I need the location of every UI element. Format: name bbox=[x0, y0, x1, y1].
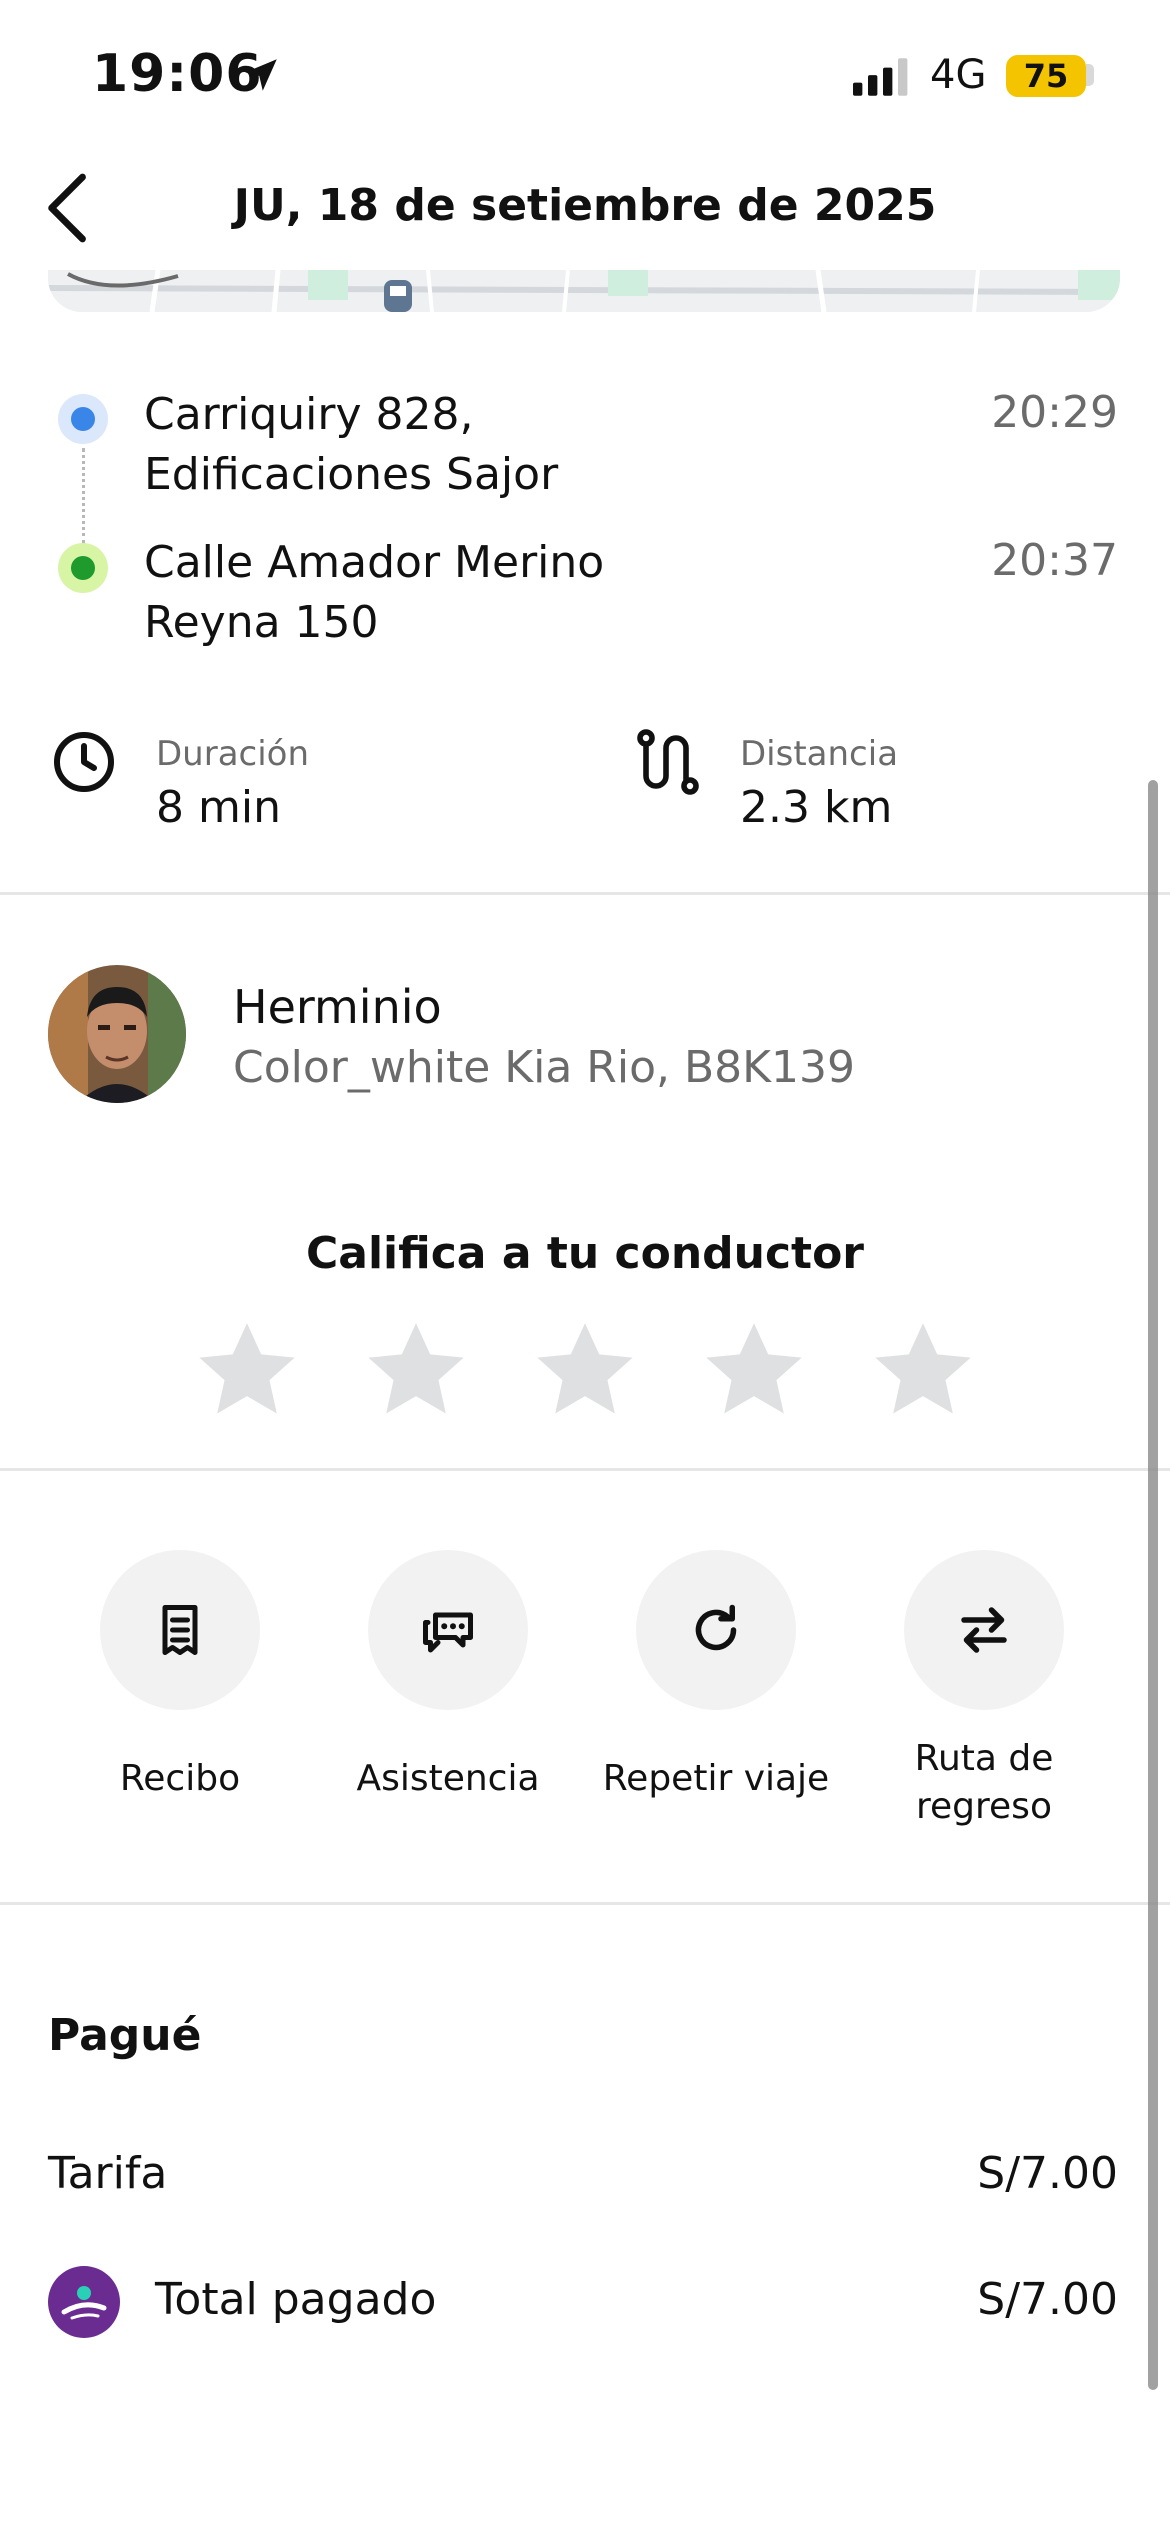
dropoff-address-line2: Reyna 150 bbox=[144, 597, 379, 648]
duration-label: Duración bbox=[156, 734, 310, 774]
dropoff-address: Calle Amador Merino Reyna 150 bbox=[144, 533, 604, 653]
driver-vehicle: Color_white Kia Rio, B8K139 bbox=[233, 1042, 856, 1093]
rating-title: Califica a tu conductor bbox=[305, 1228, 865, 1279]
return-route-button[interactable] bbox=[904, 1550, 1064, 1710]
page-title: JU, 18 de setiembre de 2025 bbox=[233, 180, 937, 231]
distance-label: Distancia bbox=[740, 734, 899, 774]
yape-icon bbox=[48, 2266, 120, 2338]
pickup-address-line1: Carriquiry 828, bbox=[144, 389, 474, 440]
chat-support-icon bbox=[423, 1612, 473, 1653]
map-streets bbox=[48, 270, 1120, 312]
fare-value: S/7.00 bbox=[977, 2148, 1118, 2199]
return-route-label-line1: Ruta de bbox=[914, 1738, 1054, 1779]
scrollbar[interactable] bbox=[1148, 780, 1158, 2390]
pickup-address-line2: Edificaciones Sajor bbox=[144, 449, 559, 500]
network-type: 4G bbox=[930, 52, 987, 98]
header: JU, 18 de setiembre de 2025 bbox=[0, 150, 1170, 270]
star-icon-5[interactable] bbox=[868, 1315, 978, 1425]
star-icon-4[interactable] bbox=[699, 1315, 809, 1425]
repeat-trip-button[interactable] bbox=[636, 1550, 796, 1710]
star-icon-1[interactable] bbox=[192, 1315, 302, 1425]
driver-avatar bbox=[48, 965, 186, 1103]
location-arrow-icon bbox=[245, 59, 277, 91]
payment-title: Pagué bbox=[48, 2010, 202, 2061]
pickup-address: Carriquiry 828, Edificaciones Sajor bbox=[144, 385, 558, 505]
total-paid-value: S/7.00 bbox=[977, 2274, 1118, 2325]
divider bbox=[0, 1902, 1170, 1905]
receipt-label[interactable]: Recibo bbox=[45, 1755, 315, 1803]
divider bbox=[0, 892, 1170, 895]
rating-stars bbox=[192, 1315, 978, 1425]
route-distance-icon bbox=[637, 729, 699, 795]
battery-level: 75 bbox=[1023, 57, 1069, 95]
return-route-label-line2: regreso bbox=[916, 1786, 1052, 1827]
star-icon-2[interactable] bbox=[361, 1315, 471, 1425]
repeat-trip-label[interactable]: Repetir viaje bbox=[581, 1755, 851, 1803]
duration-value: 8 min bbox=[156, 782, 281, 833]
status-bar: 19:06 4G 75 bbox=[0, 0, 1170, 150]
total-paid-label: Total pagado bbox=[155, 2274, 437, 2325]
dropoff-dot bbox=[58, 543, 108, 593]
return-route-label[interactable]: Ruta de regreso bbox=[849, 1735, 1119, 1831]
star-icon-3[interactable] bbox=[530, 1315, 640, 1425]
repeat-icon bbox=[695, 1604, 737, 1651]
driver-name: Herminio bbox=[233, 980, 442, 1034]
status-time: 19:06 bbox=[92, 44, 263, 104]
distance-value: 2.3 km bbox=[740, 782, 893, 833]
dropoff-address-line1: Calle Amador Merino bbox=[144, 537, 605, 588]
divider bbox=[0, 1468, 1170, 1471]
receipt-button[interactable] bbox=[100, 1550, 260, 1710]
route-connector bbox=[82, 448, 85, 544]
receipt-icon bbox=[162, 1605, 198, 1655]
battery-tip bbox=[1086, 64, 1094, 86]
pickup-dot bbox=[58, 394, 108, 444]
swap-arrows-icon bbox=[961, 1607, 1007, 1653]
support-label[interactable]: Asistencia bbox=[313, 1755, 583, 1803]
signal-icon bbox=[853, 58, 908, 96]
battery-icon: 75 bbox=[1006, 55, 1086, 97]
support-button[interactable] bbox=[368, 1550, 528, 1710]
clock-icon bbox=[54, 732, 114, 792]
dropoff-time: 20:37 bbox=[991, 535, 1118, 586]
pickup-time: 20:29 bbox=[991, 387, 1118, 438]
route-map[interactable] bbox=[48, 270, 1120, 312]
fare-label: Tarifa bbox=[48, 2148, 168, 2199]
